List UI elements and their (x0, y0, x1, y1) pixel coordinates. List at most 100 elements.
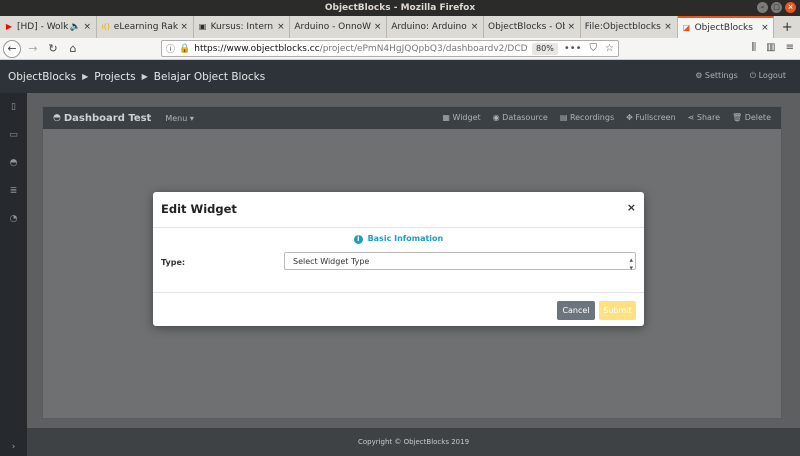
settings-link[interactable]: ⚙ Settings (695, 71, 738, 81)
zoom-level[interactable]: 80% (532, 42, 558, 55)
home-icon[interactable]: ⌂ (63, 39, 83, 59)
objectblocks-icon: ◪ (682, 23, 691, 32)
url-bar[interactable]: ⓘ 🔒 https://www.objectblocks.cc/project/… (161, 40, 619, 57)
info-circle-icon: i (353, 235, 363, 244)
window-title: ObjectBlocks - Mozilla Firefox (324, 3, 476, 13)
tab-label: eLearning Rak (113, 22, 178, 32)
clock-icon[interactable]: ◔ (0, 205, 27, 233)
page-actions-icon[interactable]: ••• (564, 43, 582, 54)
new-tab-icon[interactable]: + (774, 16, 800, 38)
recordings-button[interactable]: ▤ Recordings (560, 113, 614, 122)
window-titlebar: ObjectBlocks - Mozilla Firefox – □ × (0, 0, 800, 16)
fullscreen-button[interactable]: ✥ Fullscreen (626, 113, 676, 122)
app-sidebar: ▯ ▭ ◓ ≣ ◔ › (0, 93, 27, 456)
modal-close-icon[interactable]: × (627, 201, 636, 214)
dashboard-menu-dropdown[interactable]: Menu ▾ (165, 114, 194, 123)
widget-type-select[interactable]: Select Widget Type ▴ ▾ (284, 252, 636, 272)
tab-label: Kursus: Intern (210, 22, 274, 32)
tab-close-icon[interactable]: × (276, 22, 285, 32)
modal-title: Edit Widget (161, 202, 237, 216)
dashboard-header: ◓ Dashboard Test Menu ▾ ▦ Widget ◉ Datas… (43, 107, 781, 129)
browser-tab-active[interactable]: ◪ ObjectBlocks × (677, 16, 775, 38)
url-host: https://www.objectblocks.cc (194, 43, 320, 54)
copyright-text: Copyright © ObjectBlocks 2019 (357, 438, 470, 446)
section-basic-information: i Basic Infomation (153, 234, 644, 244)
browser-tab[interactable]: ▣ Kursus: Intern × (194, 16, 291, 38)
browser-tab[interactable]: Arduino - OnnoW × (290, 16, 388, 38)
datasource-label: Datasource (502, 113, 548, 122)
monitor-icon[interactable]: ▭ (0, 121, 27, 149)
database-icon[interactable]: ≣ (0, 177, 27, 205)
widget-button[interactable]: ▦ Widget (442, 113, 480, 122)
hamburger-menu-icon[interactable]: ≡ (786, 42, 794, 53)
youtube-icon: ▶ (5, 22, 13, 31)
dashboard-title: Dashboard Test (63, 112, 152, 124)
logout-icon: ⏻ (749, 71, 757, 80)
edit-widget-modal: Edit Widget × i Basic Infomation Type: S… (153, 192, 644, 326)
type-label: Type: (161, 258, 186, 267)
info-icon[interactable]: ⓘ (166, 42, 175, 55)
tab-close-icon[interactable]: × (470, 22, 479, 32)
tab-close-icon[interactable]: × (760, 23, 769, 33)
widget-type-value: Select Widget Type (293, 257, 370, 266)
course-icon: ▣ (198, 22, 207, 31)
browser-tab[interactable]: ı() eLearning Rak × (97, 16, 194, 38)
tab-close-icon[interactable]: × (373, 22, 382, 32)
tab-bar: ▶ [HD] - Wolk 🔈 × ı() eLearning Rak × ▣ Kursus… (0, 16, 800, 38)
app-header: ObjectBlocks ▶ Projects ▶ Belajar Object… (0, 60, 800, 93)
datasource-button[interactable]: ◉ Datasource (493, 113, 548, 122)
tab-close-icon[interactable]: × (180, 22, 189, 32)
reload-icon[interactable]: ↻ (43, 39, 63, 59)
recordings-label: Recordings (569, 113, 615, 122)
audio-icon[interactable]: 🔈 (70, 22, 81, 32)
browser-tab[interactable]: ▶ [HD] - Wolk 🔈 × (0, 16, 97, 38)
app-footer: Copyright © ObjectBlocks 2019 (27, 428, 800, 456)
delete-label: Delete (744, 113, 771, 122)
dashboard-gauge-icon: ◓ (53, 113, 61, 123)
share-label: Share (696, 113, 720, 122)
tab-close-icon[interactable]: × (83, 22, 92, 32)
fullscreen-label: Fullscreen (635, 113, 676, 122)
bookmark-star-icon[interactable]: ☆ (605, 43, 614, 54)
browser-tab[interactable]: Arduino: Arduino × (387, 16, 484, 38)
submit-button[interactable]: Submit (599, 301, 636, 320)
breadcrumb-project[interactable]: Belajar Object Blocks (154, 71, 265, 83)
tab-label: Arduino - OnnoW (294, 22, 372, 32)
minimize-icon[interactable]: – (757, 2, 768, 13)
forward-arrow-icon[interactable]: → (23, 39, 43, 59)
share-button[interactable]: ⋖ Share (688, 113, 720, 122)
lock-icon[interactable]: 🔒 (179, 44, 190, 54)
expand-sidebar-icon[interactable]: › (0, 442, 27, 452)
dashboard-icon[interactable]: ◓ (0, 149, 27, 177)
library-icon[interactable]: ⫼ (752, 42, 757, 53)
widget-label: Widget (452, 113, 481, 122)
tab-label: ObjectBlocks (694, 23, 753, 33)
cancel-button[interactable]: Cancel (557, 301, 595, 320)
browser-tab[interactable]: ObjectBlocks - Ob × (484, 16, 581, 38)
tab-close-icon[interactable]: × (664, 22, 673, 32)
section-label: Basic Infomation (367, 234, 444, 243)
browser-tab[interactable]: File:Objectblocks × (581, 16, 678, 38)
select-arrow-icon: ▴ ▾ (629, 256, 633, 272)
close-window-icon[interactable]: × (785, 2, 796, 13)
breadcrumb-caret-icon: ▶ (141, 72, 148, 81)
gear-icon: ⚙ (695, 71, 703, 80)
maximize-icon[interactable]: □ (771, 2, 782, 13)
file-icon[interactable]: ▯ (0, 93, 27, 121)
tab-label: [HD] - Wolk (17, 22, 69, 32)
elearning-icon: ı() (101, 22, 111, 31)
pocket-icon[interactable]: ⛉ (590, 43, 598, 54)
back-arrow-icon[interactable]: ← (3, 39, 21, 58)
sidebar-toggle-icon[interactable]: ▥ (766, 42, 775, 53)
nav-toolbar: ← → ↻ ⌂ ⓘ 🔒 https://www.objectblocks.cc/… (0, 38, 800, 60)
url-text[interactable]: https://www.objectblocks.cc/project/ePmN… (194, 44, 528, 54)
modal-footer: Cancel Submit (153, 292, 644, 326)
type-form-row: Type: Select Widget Type ▴ ▾ (153, 252, 644, 274)
breadcrumb-projects[interactable]: Projects (94, 71, 135, 83)
delete-button[interactable]: 🗑 Delete (732, 113, 771, 122)
breadcrumb-objectblocks[interactable]: ObjectBlocks (8, 71, 76, 83)
logout-link[interactable]: ⏻ Logout (750, 71, 786, 81)
tab-close-icon[interactable]: × (567, 22, 576, 32)
modal-header: Edit Widget × (153, 192, 644, 228)
logout-label: Logout (758, 71, 786, 80)
